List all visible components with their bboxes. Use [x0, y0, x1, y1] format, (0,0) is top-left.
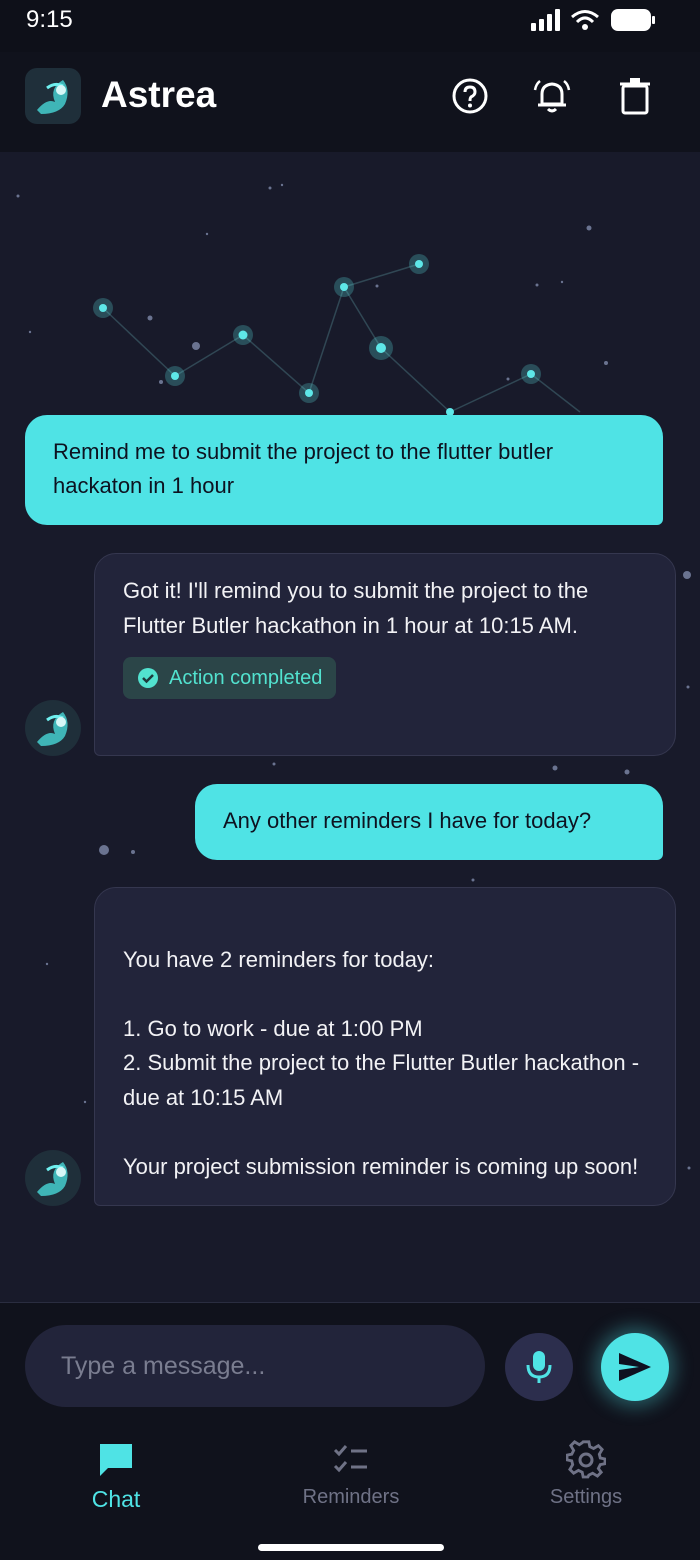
- bottom-navigation: Chat Reminders Settings: [0, 1430, 700, 1560]
- assistant-message: You have 2 reminders for today: 1. Go to…: [94, 887, 676, 1206]
- user-message: Remind me to submit the project to the f…: [25, 415, 663, 525]
- trash-icon: [620, 78, 650, 115]
- assistant-message-text: You have 2 reminders for today: 1. Go to…: [123, 946, 640, 1179]
- user-message-text: Remind me to submit the project to the f…: [53, 439, 554, 498]
- clear-chat-button[interactable]: [615, 76, 655, 116]
- nav-item-settings[interactable]: Settings: [506, 1440, 666, 1509]
- assistant-message: Got it! I'll remind you to submit the pr…: [94, 553, 676, 756]
- microphone-icon: [526, 1351, 552, 1383]
- nav-label-settings: Settings: [549, 1486, 623, 1508]
- bell-icon: [533, 80, 571, 113]
- composer-bar: [0, 1302, 700, 1430]
- reminders-bell-button[interactable]: [532, 76, 572, 116]
- send-icon: [619, 1353, 651, 1381]
- send-button[interactable]: [601, 1333, 669, 1401]
- status-time: 9:15: [26, 6, 73, 33]
- nav-label-chat: Chat: [91, 1486, 141, 1512]
- chat-area[interactable]: Remind me to submit the project to the f…: [0, 152, 700, 1302]
- status-icons: [530, 8, 656, 32]
- checklist-icon: [333, 1445, 367, 1473]
- help-button[interactable]: [450, 76, 490, 116]
- action-completed-label: Action completed: [169, 667, 323, 689]
- home-indicator: [258, 1544, 444, 1551]
- app-logo: [25, 68, 81, 124]
- nav-item-reminders[interactable]: Reminders: [271, 1440, 431, 1509]
- signal-icon: [531, 9, 560, 31]
- wifi-icon: [571, 10, 599, 30]
- help-icon: [452, 78, 488, 114]
- voice-input-button[interactable]: [505, 1333, 573, 1401]
- nav-item-chat[interactable]: Chat: [36, 1440, 196, 1513]
- app-bar: Astrea: [0, 52, 700, 152]
- status-bar: 9:15: [0, 0, 700, 52]
- user-message-text: Any other reminders I have for today?: [223, 808, 592, 833]
- battery-icon: [611, 9, 655, 31]
- nav-label-reminders: Reminders: [302, 1486, 400, 1508]
- check-circle-icon: [138, 668, 158, 688]
- gear-icon: [566, 1440, 606, 1479]
- chat-bubble-icon: [100, 1444, 132, 1476]
- user-message: Any other reminders I have for today?: [195, 784, 663, 860]
- assistant-message-text: Got it! I'll remind you to submit the pr…: [123, 578, 589, 638]
- message-input[interactable]: [25, 1325, 485, 1407]
- app-title: Astrea: [101, 74, 217, 115]
- assistant-avatar: [25, 700, 81, 756]
- action-completed-badge: Action completed: [123, 657, 337, 699]
- assistant-avatar: [25, 1150, 81, 1206]
